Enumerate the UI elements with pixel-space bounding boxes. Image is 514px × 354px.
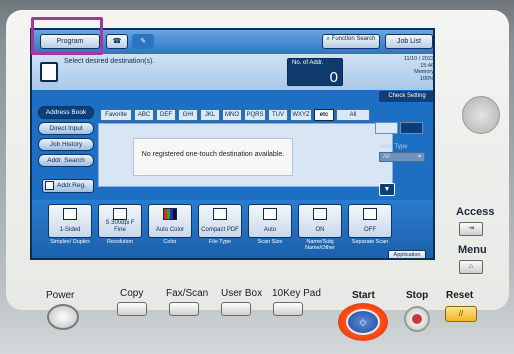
touch-screen: Program ☎ ✎ ⌕ Function Search Job List S… [30,28,435,260]
fax-mode-icon[interactable]: ☎ [106,34,128,49]
list-view-icon[interactable] [400,122,423,134]
address-count-box: No. of Addr. 0 [287,58,343,86]
separate-scan-label: Separate Scan [351,239,389,245]
index-tab-ghi[interactable]: GHI [178,109,198,121]
menu-label: Menu [458,244,487,256]
job-list-button[interactable]: Job List [385,34,433,49]
setting-resolution: S 300dpi F Fine Resolution [98,204,142,245]
power-button[interactable] [47,304,79,330]
tab-job-history[interactable]: Job History [38,138,94,151]
address-count-label: No. of Addr. [292,60,324,66]
resolution-button[interactable]: S 300dpi F Fine [98,204,142,238]
start-button[interactable]: ◇ [338,303,388,341]
index-tab-def[interactable]: DEF [156,109,176,121]
simplex-duplex-label: Simplex/ Duplex [50,239,90,245]
fax-scan-label: Fax/Scan [166,288,209,299]
tab-direct-input[interactable]: Direct Input [38,122,94,135]
view-toggle [375,122,425,136]
name-subject-button[interactable]: ON [298,204,342,238]
program-highlight-box [31,17,103,55]
page-icon [63,208,77,220]
destination-prompt: Select desired destination(s). [64,58,155,65]
addr-reg-button[interactable]: Addr.Reg. [42,179,94,193]
simplex-duplex-button[interactable]: 1-Sided [48,204,92,238]
empty-list-message: No registered one-touch destination avai… [133,138,293,176]
power-label: Power [46,290,75,301]
scan-size-button[interactable]: Auto [248,204,292,238]
scroll-down-button[interactable]: ▼ [379,183,395,196]
tab-addr-search[interactable]: Addr. Search [38,154,94,167]
index-tab-all[interactable]: All [336,109,370,121]
stop-label: Stop [406,290,429,301]
user-box-button[interactable] [221,302,251,316]
hardware-panel: Power Copy Fax/Scan User Box 10Key Pad S… [0,282,514,354]
nfc-reader-icon [462,96,500,134]
destination-icon [40,62,58,82]
copy-label: Copy [120,288,144,299]
left-tabs: Address Book Direct Input Job History Ad… [38,106,94,170]
user-box-label: User Box [221,288,263,299]
settings-bar: 1-Sided Simplex/ Duplex S 300dpi F Fine … [32,200,433,258]
grid-view-icon[interactable] [375,122,398,134]
color-icon [163,208,177,220]
start-icon: ◇ [346,309,380,335]
chevron-down-icon: ▾ [417,154,421,160]
setting-file-type: Compact PDF File Type [198,204,242,245]
check-setting-button[interactable]: Check Setting [379,91,433,102]
destination-panel: Select desired destination(s). No. of Ad… [32,54,433,90]
start-label: Start [352,290,375,301]
application-button[interactable]: Application [388,250,426,258]
access-button[interactable]: ⇥ [459,222,483,236]
color-button[interactable]: Auto Color [148,204,192,238]
addr-type-label: Addr. Type [379,144,408,150]
index-tab-wxyz[interactable]: WXYZ [290,109,312,121]
scan-size-icon [263,208,277,220]
setting-separate-scan: OFF Separate Scan [348,204,392,245]
index-tab-mno[interactable]: MNO [222,109,242,121]
file-type-button[interactable]: Compact PDF [198,204,242,238]
stop-icon [412,314,422,324]
scan-mode-icon[interactable]: ✎ [132,34,154,49]
mail-icon [313,208,327,220]
copy-button[interactable] [117,302,147,316]
index-tab-abc[interactable]: ABC [134,109,154,121]
color-label: Color [163,239,177,245]
address-register-icon [45,181,54,190]
index-tab-pqrs[interactable]: PQRS [244,109,266,121]
reset-label: Reset [446,290,474,301]
addr-type-select[interactable]: All ▾ [379,152,425,162]
separate-scan-icon [363,208,377,220]
function-search-button[interactable]: ⌕ Function Search [322,34,380,49]
index-tab-etc[interactable]: etc [314,109,334,121]
tenkey-button[interactable] [273,302,303,316]
setting-name-subject: ON Name/Subj Name/Other [298,204,342,251]
tab-address-book[interactable]: Address Book [38,106,94,119]
stop-button[interactable] [404,306,430,332]
index-tab-tuv[interactable]: TUV [268,109,288,121]
status-area: 11/10 / 2022 15:46 Memory 100% [362,56,434,82]
name-subject-label: Name/Subj Name/Other [305,239,335,251]
file-icon [213,208,227,220]
address-count-value: 0 [329,69,338,86]
resolution-icon [113,208,127,220]
mfp-device: Program ☎ ✎ ⌕ Function Search Job List S… [0,0,514,354]
file-type-label: File Type [208,239,232,245]
menu-button[interactable]: ⌂ [459,260,483,274]
fax-scan-button[interactable] [169,302,199,316]
setting-simplex-duplex: 1-Sided Simplex/ Duplex [48,204,92,245]
scan-size-label: Scan Size [257,239,283,245]
resolution-label: Resolution [107,239,133,245]
setting-color: Auto Color Color [148,204,192,245]
destination-list: No registered one-touch destination avai… [98,123,393,187]
status-memory-value: 100% [419,75,434,82]
access-label: Access [456,206,495,218]
setting-scan-size: Auto Scan Size [248,204,292,245]
reset-button[interactable]: // [445,306,477,322]
index-tab-jkl[interactable]: JKL [200,109,220,121]
index-tab-favorite[interactable]: Favorite [100,109,132,121]
separate-scan-button[interactable]: OFF [348,204,392,238]
tenkey-label: 10Key Pad [272,288,321,299]
